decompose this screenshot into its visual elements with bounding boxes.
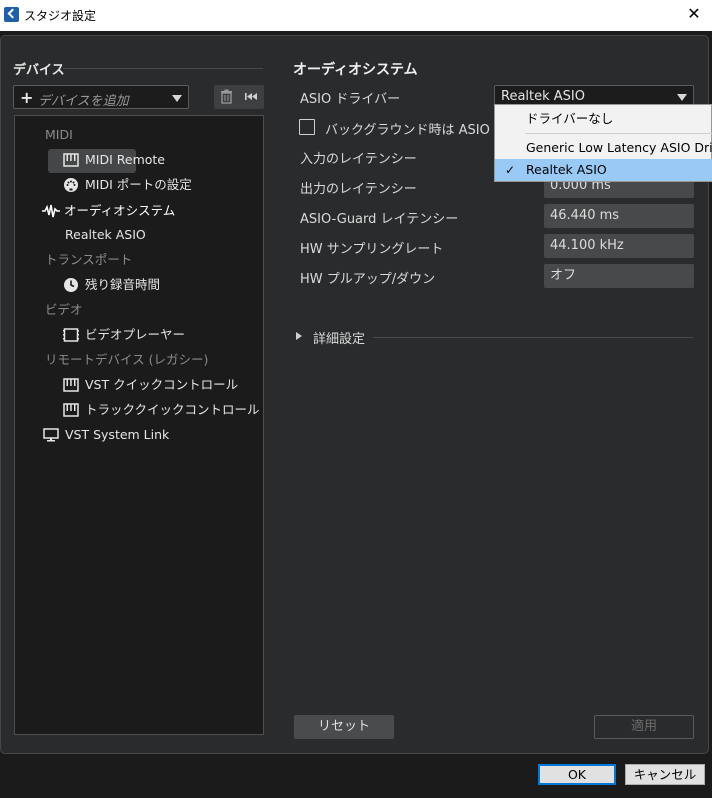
- tree-item-realtek-asio[interactable]: Realtek ASIO: [65, 224, 146, 246]
- tree-label: MIDI Remote: [85, 152, 165, 167]
- tree-label: MIDI ポートの設定: [85, 177, 192, 192]
- asio-guard-label: ASIO-Guard レイテンシー: [300, 212, 459, 227]
- close-button[interactable]: ✕: [684, 4, 704, 24]
- monitor-icon: [43, 428, 59, 442]
- tree-label: VST クイックコントロール: [85, 377, 239, 392]
- asio-driver-dropdown-menu: ドライバーなし Generic Low Latency ASIO Driver …: [494, 104, 712, 182]
- clock-icon: [64, 278, 78, 292]
- menu-item-label: ドライバーなし: [526, 111, 614, 126]
- tree-label: オーディオシステム: [64, 203, 176, 218]
- trash-icon[interactable]: [220, 89, 233, 104]
- heading-divider: [63, 68, 263, 69]
- window-title: スタジオ設定: [24, 9, 97, 23]
- advanced-settings-toggle[interactable]: 詳細設定: [313, 328, 365, 347]
- menu-item-label: Realtek ASIO: [526, 162, 607, 177]
- cancel-button[interactable]: キャンセル: [625, 764, 705, 785]
- device-actions: [214, 85, 264, 109]
- title-bar: スタジオ設定 ✕: [0, 0, 712, 30]
- menu-item-generic-low-latency[interactable]: Generic Low Latency ASIO Driver: [495, 137, 712, 159]
- sample-rate-value: 44.100 kHz: [544, 234, 694, 258]
- asio-driver-label: ASIO ドライバー: [300, 92, 401, 107]
- app-icon: [4, 7, 19, 22]
- tree-category-transport[interactable]: トランスポート: [45, 249, 132, 271]
- input-latency-label: 入力のレイテンシー: [300, 152, 417, 167]
- advanced-divider: [373, 337, 693, 338]
- tree-category-video[interactable]: ビデオ: [45, 299, 83, 321]
- pullup-label: HW プルアップ/ダウン: [300, 272, 436, 287]
- background-release-checkbox[interactable]: [299, 119, 315, 135]
- add-device-label: デバイスを追加: [38, 94, 129, 109]
- keyboard-icon: [63, 403, 79, 417]
- tree-label: トラッククイックコントロール: [85, 402, 260, 417]
- tree-label: VST System Link: [65, 427, 170, 442]
- tree-label: ビデオプレーヤー: [85, 327, 186, 342]
- waveform-icon: [42, 204, 60, 218]
- checkmark-icon: ✓: [505, 163, 516, 177]
- reset-device-icon[interactable]: [244, 89, 258, 104]
- apply-button[interactable]: 適用: [594, 715, 694, 739]
- asio-driver-value: Realtek ASIO: [501, 89, 585, 104]
- caret-down-icon: [172, 95, 182, 102]
- tree-category-remote-devices[interactable]: リモートデバイス (レガシー): [45, 349, 208, 371]
- keyboard-icon: [63, 153, 79, 167]
- ok-button[interactable]: OK: [538, 764, 616, 785]
- caret-down-icon: [677, 94, 687, 101]
- tree-category-midi[interactable]: MIDI: [45, 124, 73, 146]
- midi-port-icon: [64, 178, 78, 192]
- add-device-dropdown[interactable]: + デバイスを追加: [13, 85, 189, 109]
- asio-guard-value: 46.440 ms: [544, 204, 694, 228]
- panel-title: オーディオシステム: [293, 62, 418, 78]
- reset-button[interactable]: リセット: [294, 715, 394, 739]
- keyboard-icon: [63, 378, 79, 392]
- menu-separator: [525, 133, 712, 134]
- sample-rate-label: HW サンプリングレート: [300, 242, 444, 257]
- devices-heading: デバイス: [13, 63, 65, 78]
- tree-label: 残り録音時間: [85, 277, 161, 292]
- film-icon: [63, 328, 79, 342]
- expand-arrow-icon[interactable]: [296, 332, 302, 340]
- pullup-value: オフ: [544, 264, 694, 288]
- menu-item-no-driver[interactable]: ドライバーなし: [495, 108, 712, 130]
- plus-icon: +: [20, 88, 34, 107]
- menu-item-label: Generic Low Latency ASIO Driver: [526, 140, 712, 155]
- menu-item-realtek-asio[interactable]: ✓ Realtek ASIO: [495, 159, 712, 181]
- output-latency-label: 出力のレイテンシー: [300, 182, 417, 197]
